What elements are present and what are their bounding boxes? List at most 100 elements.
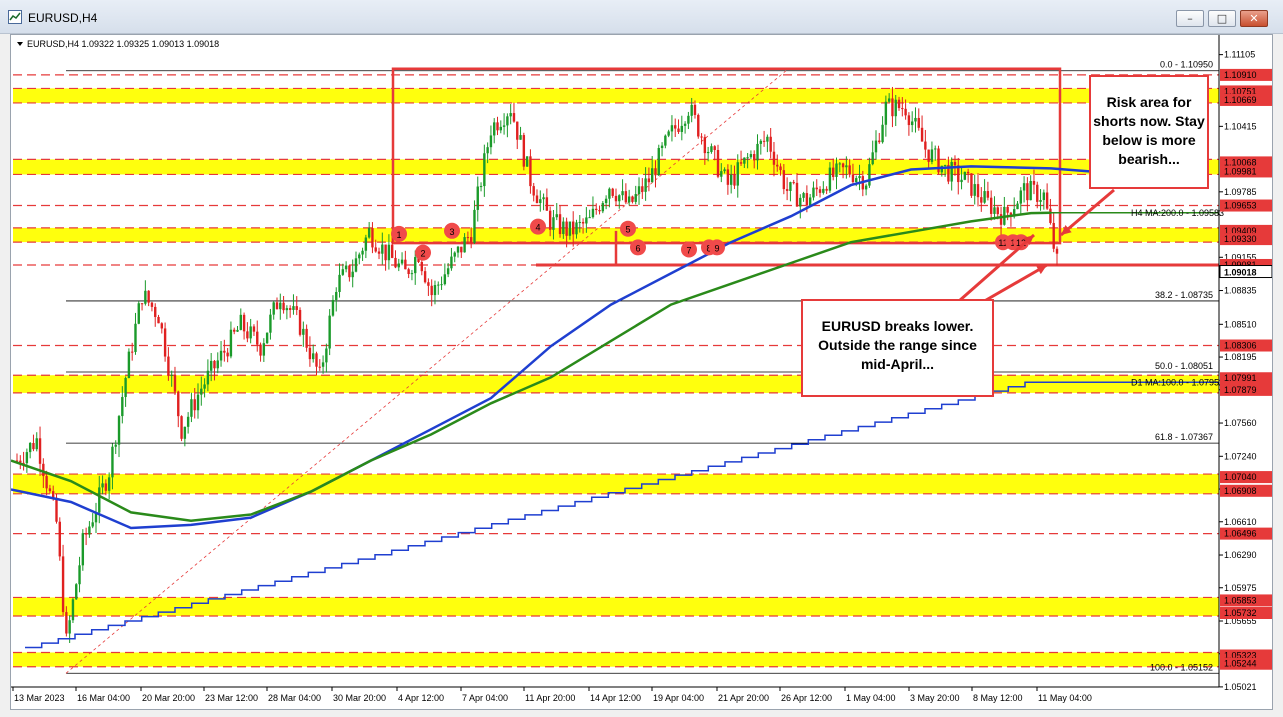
candle-body xyxy=(759,140,762,144)
candle-body xyxy=(739,162,743,164)
candle-body xyxy=(884,101,888,125)
y-tick-label: 1.08510 xyxy=(1224,319,1257,329)
candle-body xyxy=(917,117,920,128)
candle-body xyxy=(782,170,786,190)
candle-body xyxy=(476,186,479,210)
candle-body xyxy=(509,113,512,117)
candle-body xyxy=(321,362,325,367)
candle-body xyxy=(720,171,723,177)
candle-body xyxy=(483,153,486,187)
candle-body xyxy=(647,178,651,183)
minimize-button[interactable]: – xyxy=(1176,10,1204,27)
candle-body xyxy=(460,246,463,253)
candle-body xyxy=(568,221,572,236)
price-chart[interactable]: 0.0 - 1.10950 38.2 - 1.08735 50.0 - 1.0805… xyxy=(11,35,1272,709)
candle-body xyxy=(835,163,838,177)
candle-body xyxy=(1029,180,1032,201)
candle-body xyxy=(772,151,776,165)
candle-body xyxy=(154,306,157,317)
candle-body xyxy=(512,113,516,122)
candle-body xyxy=(282,302,285,311)
candle-body xyxy=(200,388,203,395)
candle-body xyxy=(848,165,851,175)
candle-body xyxy=(479,186,483,188)
support-resistance-band xyxy=(13,652,1219,667)
candle-body xyxy=(855,178,858,183)
candle-body xyxy=(71,599,75,621)
candle-body xyxy=(38,438,42,464)
candle-body xyxy=(555,214,558,218)
candle-body xyxy=(532,186,535,196)
candle-body xyxy=(539,199,542,204)
y-tick-label: 1.09785 xyxy=(1224,187,1257,197)
candle-body xyxy=(812,187,815,198)
candle-body xyxy=(302,328,305,335)
candle-body xyxy=(897,99,901,109)
x-tick-label: 26 Apr 12:00 xyxy=(781,693,832,703)
chart-area[interactable]: 0.0 - 1.10950 38.2 - 1.08735 50.0 - 1.0805… xyxy=(10,34,1273,710)
candle-body xyxy=(943,164,947,166)
x-tick-label: 11 May 04:00 xyxy=(1038,693,1092,703)
candle-body xyxy=(1049,208,1052,223)
candle-body xyxy=(463,237,466,253)
x-tick-label: 13 Mar 2023 xyxy=(14,693,65,703)
candle-body xyxy=(456,246,460,253)
price-tag-label: 1.10910 xyxy=(1224,70,1257,80)
candle-body xyxy=(423,271,427,283)
candle-body xyxy=(614,195,618,202)
candle-body xyxy=(680,125,684,132)
candle-body xyxy=(934,148,937,150)
candle-body xyxy=(502,125,506,127)
fib-level-label: 38.2 - 1.08735 xyxy=(1155,290,1213,300)
candle-body xyxy=(183,426,187,439)
price-tag-label: 1.05732 xyxy=(1224,608,1257,618)
candle-body xyxy=(354,258,358,272)
candle-body xyxy=(338,274,341,292)
candle-body xyxy=(48,488,52,492)
breaks-annotation: EURUSD breaks lower. Outside the range s… xyxy=(801,299,994,397)
candle-body xyxy=(1042,192,1046,201)
candle-body xyxy=(706,151,710,154)
price-tag-label: 1.09653 xyxy=(1224,201,1257,211)
candle-body xyxy=(242,314,246,332)
candle-body xyxy=(529,156,532,187)
candle-body xyxy=(799,197,802,207)
price-tag-label: 1.10669 xyxy=(1224,95,1257,105)
candle-body xyxy=(674,125,677,129)
candle-body xyxy=(414,257,417,274)
y-tick-label: 1.11105 xyxy=(1224,50,1255,60)
price-tag-label: 1.07991 xyxy=(1224,373,1257,383)
x-tick-label: 1 May 04:00 xyxy=(846,693,896,703)
candle-body xyxy=(986,191,990,198)
x-tick-label: 8 May 12:00 xyxy=(973,693,1023,703)
candle-body xyxy=(710,146,713,152)
candle-body xyxy=(970,173,973,196)
x-tick-label: 21 Apr 20:00 xyxy=(718,693,769,703)
candle-body xyxy=(598,210,601,212)
candle-body xyxy=(713,146,716,151)
candle-body xyxy=(91,522,94,527)
candle-body xyxy=(887,98,891,102)
candle-body xyxy=(262,343,266,356)
candle-body xyxy=(177,391,180,417)
candle-body xyxy=(878,140,881,143)
candle-body xyxy=(147,290,150,303)
fib-level-label: 50.0 - 1.08051 xyxy=(1155,361,1213,371)
ma-label: H4 MA:200.0 - 1.09583 xyxy=(1131,208,1224,218)
candle-body xyxy=(55,497,58,522)
candle-body xyxy=(216,360,219,369)
candle-body xyxy=(601,203,605,212)
candle-body xyxy=(578,221,581,223)
close-button[interactable]: ✕ xyxy=(1240,10,1268,27)
candle-body xyxy=(973,184,976,196)
candle-body xyxy=(1045,192,1049,209)
candle-body xyxy=(815,187,818,190)
maximize-button[interactable]: □ xyxy=(1208,10,1236,27)
candle-body xyxy=(496,122,499,131)
candle-body xyxy=(259,344,262,356)
candle-body xyxy=(25,452,29,464)
candle-body xyxy=(650,168,654,183)
candle-body xyxy=(506,116,509,126)
candle-body xyxy=(545,197,549,211)
x-tick-label: 16 Mar 04:00 xyxy=(77,693,130,703)
